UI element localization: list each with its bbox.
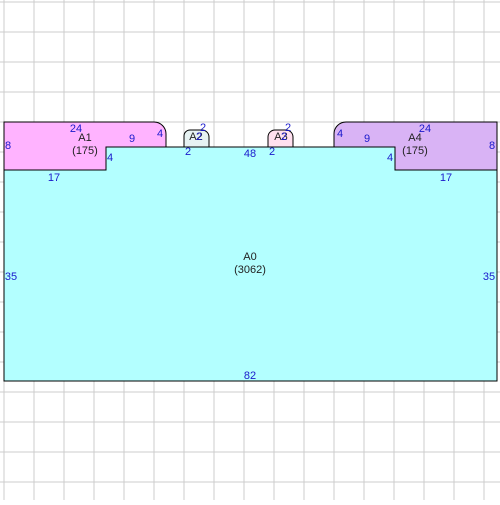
drawing-canvas: A0 (3062) A1 (175) A2 A3 A4 (175) 24 8 9…: [0, 0, 500, 500]
area-a4-value: (175): [402, 145, 428, 157]
dimension-a0-bottom: 82: [244, 370, 256, 382]
dimension-a1-bottom: 17: [48, 172, 60, 184]
dimension-a0-left: 35: [5, 271, 17, 283]
dimension-a2-side: 2: [196, 131, 202, 143]
dimension-a1-inner: 9: [129, 133, 135, 145]
dimension-a0-right: 35: [483, 271, 495, 283]
dimension-a1-step: 4: [107, 152, 113, 164]
dimension-a4-right: 8: [489, 140, 495, 152]
dimension-a1-round: 4: [157, 128, 163, 140]
dimension-a4-round: 4: [337, 128, 343, 140]
dimension-a4-step: 4: [387, 152, 393, 164]
floor-plan-drawing: A0 (3062) A1 (175) A2 A3 A4 (175) 24 8 9…: [0, 0, 500, 500]
dimension-a2-base: 2: [185, 146, 191, 158]
dimension-a4-inner: 9: [364, 133, 370, 145]
dimension-a3-base: 2: [269, 146, 275, 158]
dimension-a4-bottom: 17: [440, 172, 452, 184]
area-a0-name: A0: [243, 251, 256, 263]
dimension-a1-top: 24: [70, 123, 82, 135]
dimension-mid-span: 48: [244, 148, 256, 160]
dimension-a1-left: 8: [5, 140, 11, 152]
dimension-a4-top: 24: [419, 123, 431, 135]
area-a0-value: (3062): [234, 264, 266, 276]
dimension-a3-side: 2: [281, 131, 287, 143]
area-a1-value: (175): [72, 145, 98, 157]
